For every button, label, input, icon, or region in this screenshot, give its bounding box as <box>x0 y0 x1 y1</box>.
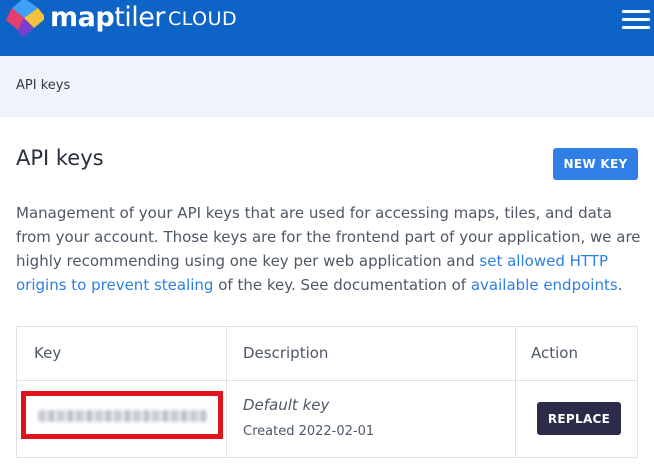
page-description: Management of your API keys that are use… <box>16 201 646 297</box>
breadcrumb-bar: API keys <box>0 56 654 117</box>
brand-thin: tiler <box>114 2 165 33</box>
replace-key-button[interactable]: REPLACE <box>537 402 621 435</box>
api-key-value-redacted[interactable] <box>21 391 223 439</box>
maptiler-logo-icon[interactable] <box>4 0 44 38</box>
column-header-key: Key <box>34 344 62 362</box>
description-text-3: . <box>617 276 623 294</box>
column-divider <box>515 327 516 457</box>
available-endpoints-link[interactable]: available endpoints <box>471 276 618 294</box>
blurred-key-text <box>38 410 208 422</box>
key-description: Default key <box>243 396 330 414</box>
key-created-date: Created 2022-02-01 <box>243 424 375 439</box>
product-name: CLOUD <box>168 8 238 30</box>
description-text-2: of the key. See documentation of <box>213 276 471 294</box>
column-header-description: Description <box>243 344 329 362</box>
column-header-action: Action <box>531 344 578 362</box>
top-navbar: maptiler CLOUD <box>0 0 654 56</box>
breadcrumb: API keys <box>16 78 71 93</box>
new-key-button[interactable]: NEW KEY <box>553 148 638 180</box>
api-keys-table: Key Description Action Default key Creat… <box>16 326 638 458</box>
brand-bold: map <box>50 2 115 33</box>
page-title: API keys <box>16 146 104 170</box>
column-divider <box>226 327 227 457</box>
brand-name[interactable]: maptiler <box>50 2 165 34</box>
hamburger-menu-icon[interactable] <box>622 10 650 30</box>
header-divider <box>17 380 637 381</box>
